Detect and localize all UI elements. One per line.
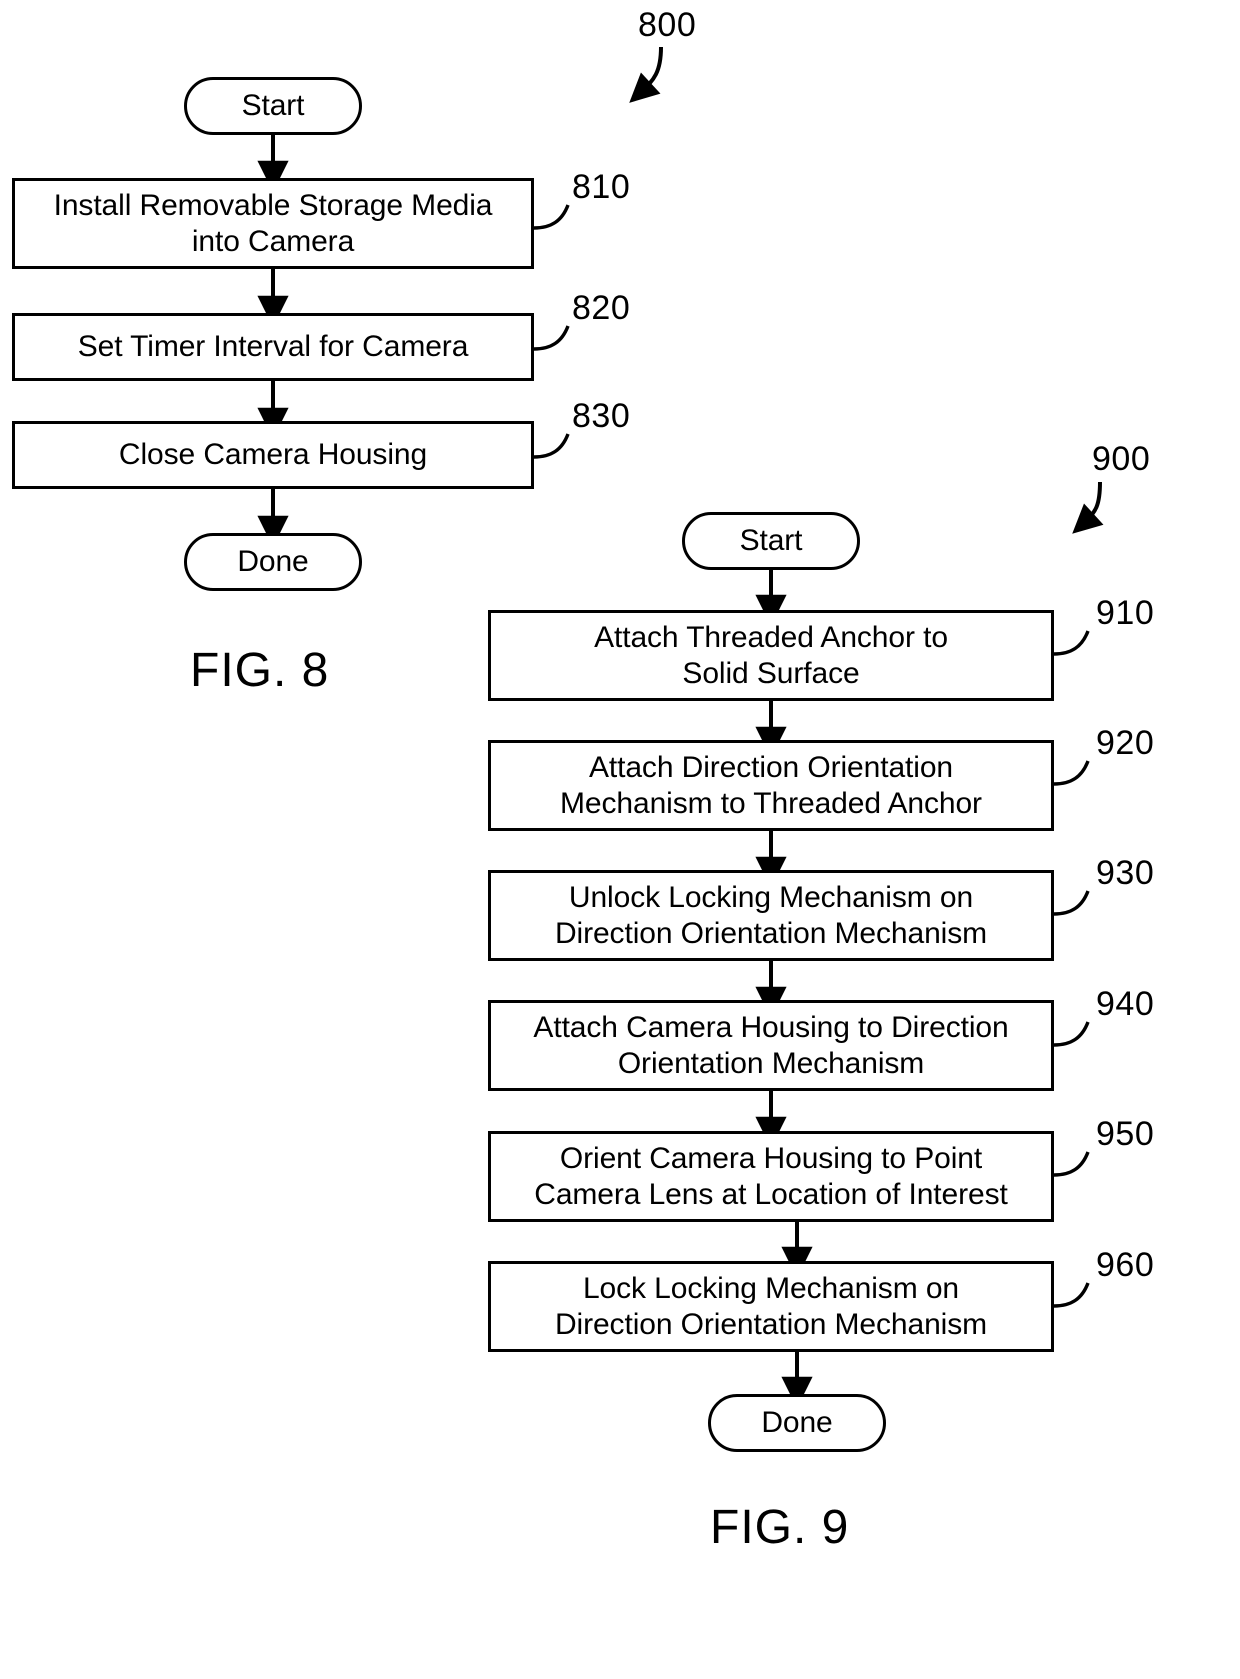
fig8-ref-leader xyxy=(629,46,663,103)
fig9-step-960: Lock Locking Mechanism on Direction Orie… xyxy=(488,1261,1054,1352)
fig8-step-820: Set Timer Interval for Camera xyxy=(12,313,534,381)
ref-number-960: 960 xyxy=(1096,1246,1155,1284)
fig8-step-830: Close Camera Housing xyxy=(12,421,534,489)
fig9-done-label: Done xyxy=(761,1406,833,1440)
fig8-done-terminal: Done xyxy=(184,533,362,591)
fig9-step-930: Unlock Locking Mechanism on Direction Or… xyxy=(488,870,1054,961)
fig8-caption: FIG. 8 xyxy=(190,644,330,697)
fig8-done-label: Done xyxy=(237,545,309,579)
ref-number-830: 830 xyxy=(572,397,631,435)
fig9-step-930-label: Unlock Locking Mechanism on Direction Or… xyxy=(554,881,988,950)
patent-drawing-sheet: 800 Start Install Removable Storage Medi… xyxy=(0,0,1240,1679)
ref-number-810: 810 xyxy=(572,168,631,206)
fig9-start-label: Start xyxy=(739,524,803,558)
fig8-step-810-label: Install Removable Storage Media into Cam… xyxy=(53,189,493,258)
fig9-ref-leaders xyxy=(1053,630,1090,1308)
fig8-start-terminal: Start xyxy=(184,77,362,135)
figure-ref-900: 900 xyxy=(1092,440,1151,478)
ref-number-920: 920 xyxy=(1096,724,1155,762)
fig9-step-910: Attach Threaded Anchor to Solid Surface xyxy=(488,610,1054,701)
fig9-step-910-label: Attach Threaded Anchor to Solid Surface xyxy=(594,621,948,690)
fig8-step-820-label: Set Timer Interval for Camera xyxy=(77,330,469,364)
fig9-step-940-label: Attach Camera Housing to Direction Orien… xyxy=(533,1011,1009,1080)
fig9-start-terminal: Start xyxy=(682,512,860,570)
figure-ref-800: 800 xyxy=(638,6,697,44)
fig9-ref-leader xyxy=(1072,481,1104,534)
fig9-step-960-label: Lock Locking Mechanism on Direction Orie… xyxy=(554,1272,988,1341)
ref-number-910: 910 xyxy=(1096,594,1155,632)
ref-number-940: 940 xyxy=(1096,985,1155,1023)
ref-number-820: 820 xyxy=(572,289,631,327)
fig8-step-830-label: Close Camera Housing xyxy=(118,438,428,472)
fig8-ref-leaders xyxy=(533,204,570,459)
fig8-step-810: Install Removable Storage Media into Cam… xyxy=(12,178,534,269)
fig9-step-950-label: Orient Camera Housing to Point Camera Le… xyxy=(534,1142,1008,1211)
fig9-done-terminal: Done xyxy=(708,1394,886,1452)
ref-number-930: 930 xyxy=(1096,854,1155,892)
fig9-caption: FIG. 9 xyxy=(710,1501,850,1554)
ref-number-950: 950 xyxy=(1096,1115,1155,1153)
fig9-step-940: Attach Camera Housing to Direction Orien… xyxy=(488,1000,1054,1091)
fig8-start-label: Start xyxy=(241,89,305,123)
fig9-step-920: Attach Direction Orientation Mechanism t… xyxy=(488,740,1054,831)
fig9-step-950: Orient Camera Housing to Point Camera Le… xyxy=(488,1131,1054,1222)
fig9-step-920-label: Attach Direction Orientation Mechanism t… xyxy=(560,751,982,820)
